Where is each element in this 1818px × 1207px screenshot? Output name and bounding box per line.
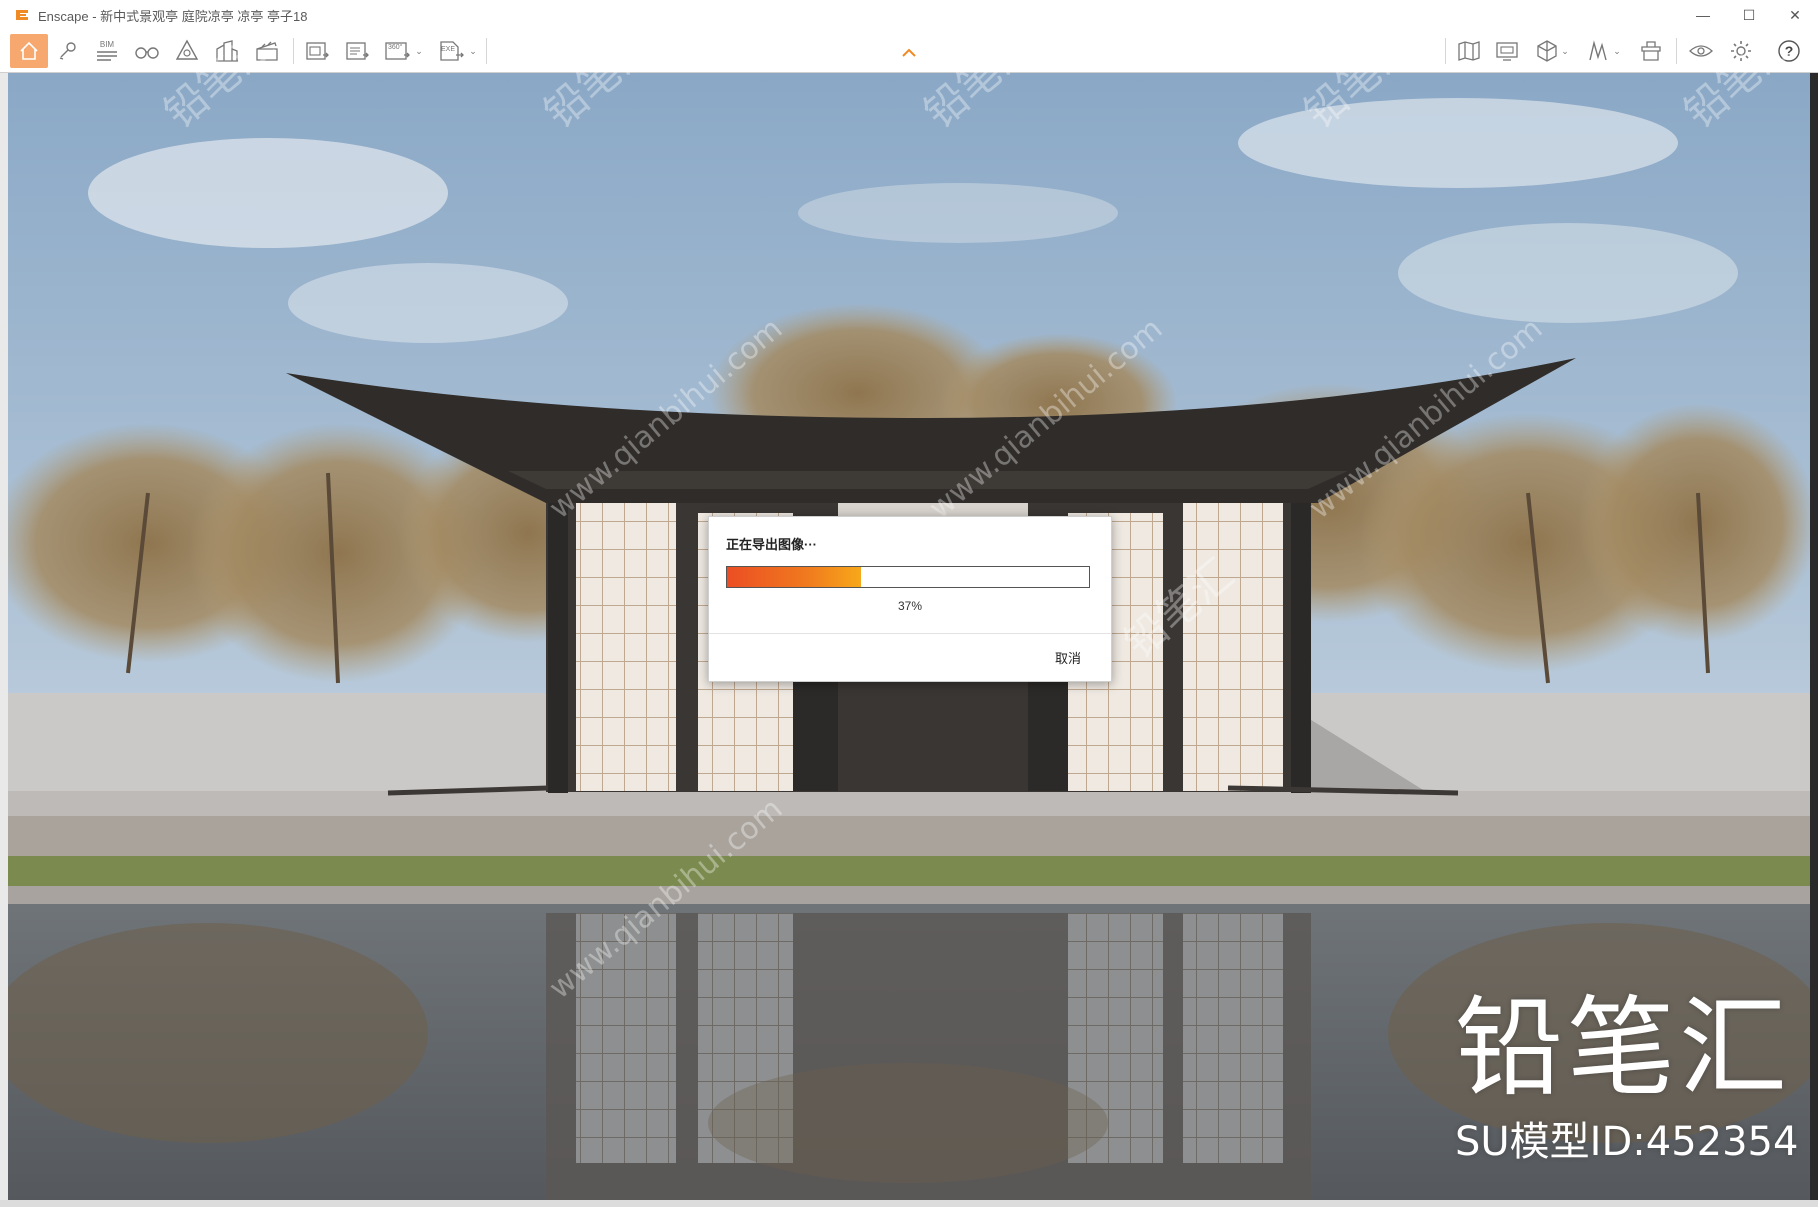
cancel-button[interactable]: 取消 [1055, 648, 1081, 667]
batch-render-icon [346, 42, 369, 60]
window-edge [0, 1200, 1818, 1207]
screenshot-button[interactable] [300, 34, 334, 68]
help-button[interactable]: ? [1772, 34, 1806, 68]
sketch-button[interactable]: ⌄ [1582, 34, 1626, 68]
progress-bar-fill [727, 567, 861, 587]
bim-label: BIM [99, 39, 115, 49]
cube-button[interactable]: ⌄ [1530, 34, 1574, 68]
panorama-360-button[interactable]: 360° ⌄ [380, 34, 426, 68]
maximize-button[interactable]: ☐ [1726, 0, 1772, 30]
toolbar-separator [486, 38, 487, 64]
toolbar-separator [1445, 38, 1446, 64]
minimize-button[interactable]: — [1680, 0, 1726, 30]
buildings-icon [216, 40, 238, 62]
monitor-icon [1496, 42, 1518, 61]
cube-icon [1537, 40, 1557, 62]
asset-icon [1641, 41, 1661, 61]
export-progress-dialog: 正在导出图像··· 37% 取消 [708, 516, 1112, 682]
progress-bar [726, 566, 1090, 588]
home-button[interactable] [10, 34, 48, 68]
bim-button[interactable]: BIM [90, 34, 124, 68]
chevron-down-icon: ⌄ [1613, 45, 1621, 56]
pin-icon [59, 42, 76, 60]
buildings-button[interactable] [210, 34, 244, 68]
settings-button[interactable] [1724, 34, 1758, 68]
screenshot-icon [306, 42, 329, 60]
batch-render-button[interactable] [340, 34, 374, 68]
dialog-divider [709, 633, 1111, 634]
chevron-up-icon[interactable] [900, 46, 918, 58]
title-bar: Enscape - 新中式景观亭 庭院凉亭 凉亭 亭子18 — ☐ ✕ [0, 0, 1818, 31]
visibility-icon [1689, 45, 1713, 57]
panorama-360-label: 360° [388, 44, 403, 51]
home-icon [20, 41, 38, 60]
chevron-down-icon: ⌄ [415, 45, 423, 56]
panorama-360-icon [385, 42, 411, 60]
section-button[interactable] [170, 34, 204, 68]
monitor-button[interactable] [1490, 34, 1524, 68]
enscape-logo-icon [16, 10, 28, 20]
window-title: Enscape - 新中式景观亭 庭院凉亭 凉亭 亭子18 [38, 8, 308, 24]
window-controls: — ☐ ✕ [1680, 0, 1818, 30]
pin-button[interactable] [52, 34, 84, 68]
toolbar-separator [1676, 38, 1677, 64]
section-icon [175, 39, 199, 60]
sketch-icon [1589, 40, 1607, 61]
clapper-button[interactable] [250, 34, 284, 68]
gear-icon [1731, 41, 1751, 61]
help-label: ? [1784, 43, 1794, 59]
map-button[interactable] [1452, 34, 1486, 68]
chevron-down-icon: ⌄ [1561, 45, 1569, 56]
brand-name: 铅笔汇 [1455, 986, 1792, 1111]
close-button[interactable]: ✕ [1772, 0, 1818, 30]
bim-icon [97, 50, 117, 61]
progress-percent: 37% [897, 599, 923, 613]
binoculars-icon [135, 47, 159, 59]
export-exe-label: EXE [441, 46, 456, 53]
toolbar: BIM 360° ⌄ EXE ⌄ ⌄ ⌄ ? [0, 30, 1818, 73]
export-exe-button[interactable]: EXE ⌄ [434, 34, 480, 68]
chevron-down-icon: ⌄ [469, 45, 477, 56]
map-icon [1458, 41, 1480, 61]
model-id-label: SU模型ID:452354 [1455, 1119, 1799, 1165]
visibility-button[interactable] [1684, 34, 1718, 68]
binoculars-button[interactable] [130, 34, 164, 68]
brand-watermark: 铅笔汇 SU模型ID:452354 [1455, 995, 1798, 1167]
dialog-title: 正在导出图像··· [726, 537, 817, 552]
toolbar-separator [293, 38, 294, 64]
asset-library-button[interactable] [1634, 34, 1668, 68]
clapper-icon [256, 41, 278, 61]
window-edge [1810, 73, 1818, 1207]
